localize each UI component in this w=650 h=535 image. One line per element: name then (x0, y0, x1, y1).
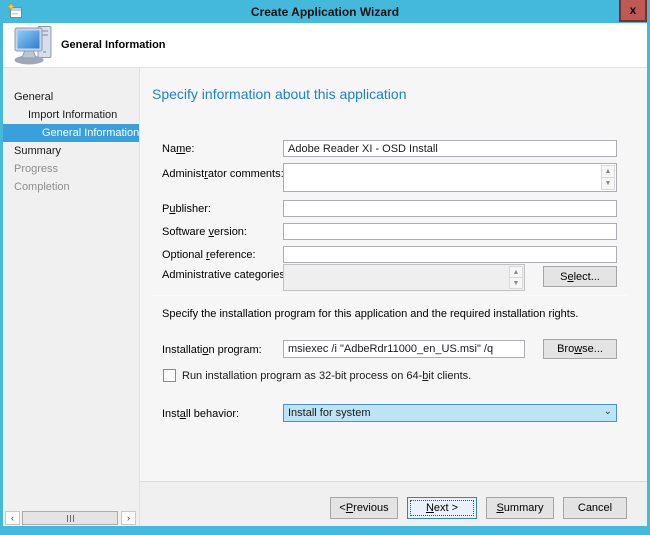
computer-application-icon (13, 25, 57, 65)
previous-button[interactable]: < Previous (330, 497, 398, 519)
sidebar-item-import-information[interactable]: Import Information (3, 106, 139, 124)
scroll-up-icon[interactable]: ▲ (601, 165, 615, 178)
footer-button-band: < Previous Next > Summary Cancel (140, 482, 647, 526)
administrative-categories-box: ▲ ▼ (283, 264, 525, 291)
software-version-input[interactable] (283, 223, 617, 240)
optional-reference-label: Optional reference: (162, 249, 256, 261)
cancel-button[interactable]: Cancel (563, 497, 627, 519)
window-title: Create Application Wizard (251, 5, 399, 19)
installation-program-label: Installation program: (162, 344, 262, 356)
scroll-up-icon[interactable]: ▲ (509, 266, 523, 278)
scrollbar-track[interactable] (20, 511, 121, 525)
administrator-comments-label: Administrator comments: (162, 168, 284, 180)
wizard-page-title: General Information (61, 39, 166, 51)
administrative-categories-label: Administrative categories: (162, 269, 288, 281)
close-icon: x (630, 4, 637, 16)
optional-reference-input[interactable] (283, 246, 617, 263)
sidebar-item-general[interactable]: General (3, 88, 139, 106)
create-application-wizard-window: Create Application Wizard x (0, 0, 650, 535)
scroll-down-icon[interactable]: ▼ (601, 178, 615, 190)
software-version-label: Software version: (162, 226, 247, 238)
chevron-down-icon: ⌄ (604, 407, 612, 417)
administrator-comments-input[interactable]: ▲ ▼ (283, 163, 617, 192)
wizard-steps-sidebar: General Import Information General Infor… (3, 68, 140, 526)
sidebar-item-progress[interactable]: Progress (3, 160, 139, 178)
title-bar: Create Application Wizard x (0, 0, 650, 23)
select-categories-button[interactable]: Select... (543, 266, 617, 287)
installation-program-input[interactable] (283, 340, 525, 358)
section-separator (152, 295, 627, 296)
page-heading: Specify information about this applicati… (152, 86, 406, 102)
sidebar-item-summary[interactable]: Summary (3, 142, 139, 160)
dialog-frame: General Information General Import Infor… (3, 23, 647, 526)
wizard-content-pane: Specify information about this applicati… (140, 68, 647, 526)
installation-section-text: Specify the installation program for thi… (162, 308, 578, 320)
install-behavior-value: Install for system (288, 407, 604, 419)
name-input[interactable] (283, 140, 617, 157)
scrollbar-thumb[interactable] (22, 511, 118, 525)
wizard-window-icon (7, 3, 23, 19)
scroll-right-icon[interactable]: › (121, 511, 136, 525)
scrollbar-grip-icon (67, 515, 74, 522)
publisher-label: Publisher: (162, 203, 211, 215)
run-32bit-checkbox-label: Run installation program as 32-bit proce… (182, 370, 471, 382)
scroll-down-icon[interactable]: ▼ (509, 278, 523, 289)
name-label: Name: (162, 143, 194, 155)
browse-button[interactable]: Browse... (543, 339, 617, 359)
summary-button[interactable]: Summary (486, 497, 554, 519)
wizard-header: General Information (3, 23, 647, 68)
close-button[interactable]: x (619, 0, 647, 22)
next-button[interactable]: Next > (407, 497, 477, 519)
publisher-input[interactable] (283, 200, 617, 217)
install-behavior-dropdown[interactable]: Install for system ⌄ (283, 404, 617, 422)
run-32bit-checkbox[interactable] (163, 369, 176, 382)
scroll-left-icon[interactable]: ‹ (5, 511, 20, 525)
install-behavior-label: Install behavior: (162, 408, 239, 420)
sidebar-horizontal-scrollbar[interactable]: ‹ › (5, 511, 136, 525)
sidebar-item-general-information[interactable]: General Information (3, 124, 139, 142)
sidebar-item-completion[interactable]: Completion (3, 178, 139, 196)
